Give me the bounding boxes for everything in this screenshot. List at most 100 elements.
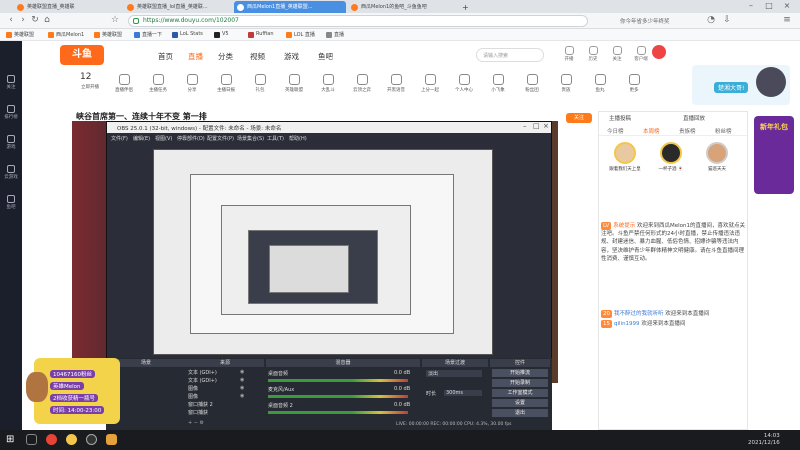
source-item[interactable]: 文本 (GDI+) xyxy=(188,369,217,376)
source-item[interactable]: 图像 xyxy=(188,393,198,400)
header-follow[interactable]: 关注 xyxy=(604,46,630,62)
windows-start-icon[interactable]: ⊞ xyxy=(6,434,17,445)
category-item[interactable]: 直播伴侣 xyxy=(106,74,142,93)
star-icon[interactable]: ☆ xyxy=(110,15,120,25)
obs-menu-tools[interactable]: 工具(T) xyxy=(267,135,284,142)
category-item[interactable]: 鱼丸 xyxy=(582,74,618,93)
back-icon[interactable]: ‹ xyxy=(6,15,16,25)
sidenav-game[interactable]: 游戏 xyxy=(0,135,22,150)
exit-button[interactable]: 退出 xyxy=(492,409,548,417)
nav-home[interactable]: 首页 xyxy=(158,51,173,62)
search-hint[interactable]: 你今年省多少年终奖 xyxy=(620,17,670,25)
header-start-live[interactable]: 开播 xyxy=(556,46,582,62)
promo-banner[interactable]: 楚湘大哥! xyxy=(692,65,790,105)
bookmark-item[interactable]: LOL 直播 xyxy=(286,31,315,38)
category-item[interactable]: 主播任务 xyxy=(140,74,176,93)
rank-item[interactable]: 一杯子酒 🍷 xyxy=(651,142,691,172)
transition-duration-input[interactable]: 300ms xyxy=(444,390,482,396)
sidenav-cloud-game[interactable]: 云游戏 xyxy=(0,165,22,180)
rank-item[interactable]: 猫巡天天 xyxy=(697,142,737,172)
system-clock[interactable]: 14:03 2021/12/16 xyxy=(748,433,780,447)
category-item[interactable]: 立即开播 xyxy=(72,84,108,90)
visibility-eye-icon[interactable]: ◉ xyxy=(240,369,244,375)
category-item[interactable]: 英雄联盟 xyxy=(276,74,312,93)
obs-menu-view[interactable]: 视图(V) xyxy=(155,135,172,142)
bookmark-item[interactable]: 直播一下 xyxy=(134,31,162,38)
bookmark-item[interactable]: 英雄联盟 xyxy=(6,31,34,38)
chrome-app-icon[interactable] xyxy=(66,434,77,445)
category-item[interactable]: 开黑语音 xyxy=(378,74,414,93)
obs-window[interactable]: OBS 25.0.1 (32-bit, windows) - 配置文件: 未命名… xyxy=(106,121,552,383)
source-item[interactable]: 窗口捕获 2 xyxy=(188,401,213,408)
g-app-icon[interactable] xyxy=(106,434,117,445)
sidenav-rank[interactable]: 排行榜 xyxy=(0,105,22,120)
rank-item[interactable]: 跟着我们天上皇 xyxy=(605,142,645,172)
refresh-icon[interactable]: ↻ xyxy=(30,15,40,25)
category-item[interactable]: 更多 xyxy=(616,74,652,93)
replay-link[interactable]: 直播回放 xyxy=(683,114,705,122)
source-item[interactable]: 图像 xyxy=(188,385,198,392)
browser-tab-2[interactable]: 英雄联盟直播_lol直播_英雄联... xyxy=(124,1,232,13)
browser-app-icon[interactable] xyxy=(46,434,57,445)
visibility-eye-icon[interactable]: ◉ xyxy=(240,385,244,391)
home-icon[interactable]: ⌂ xyxy=(42,15,52,25)
nav-video[interactable]: 视频 xyxy=(250,51,265,62)
forward-icon[interactable]: › xyxy=(18,15,28,25)
obs-menu-edit[interactable]: 编辑(E) xyxy=(133,135,150,142)
bookmark-item[interactable]: V5 xyxy=(214,31,229,38)
start-streaming-button[interactable]: 开始推流 xyxy=(492,369,548,377)
obs-app-icon[interactable] xyxy=(86,434,97,445)
category-item[interactable]: 分享 xyxy=(174,74,210,93)
task-view-icon[interactable] xyxy=(26,434,37,445)
obs-menu-profile[interactable]: 配置文件(P) xyxy=(207,135,234,142)
bookmark-item[interactable]: 直播 xyxy=(326,31,344,38)
nav-fishbar[interactable]: 鱼吧 xyxy=(318,51,333,62)
browser-tab-4[interactable]: 西瓜Melon1的鱼吧_斗鱼鱼吧 xyxy=(348,1,456,13)
transition-select[interactable]: 淡出 xyxy=(426,370,482,377)
category-item[interactable]: 个人中心 xyxy=(446,74,482,93)
bookmark-item[interactable]: 西瓜Melon1 xyxy=(48,31,84,38)
site-search-input[interactable]: 请输入搜索 xyxy=(476,48,544,62)
obs-menu-docks[interactable]: 停靠部件(D) xyxy=(177,135,205,142)
tab-noble[interactable]: 贵族榜 xyxy=(679,127,696,135)
menu-icon[interactable]: ≡ xyxy=(782,15,792,25)
user-avatar[interactable] xyxy=(652,45,666,59)
nav-live[interactable]: 直播 xyxy=(188,51,203,62)
visibility-eye-icon[interactable]: ◉ xyxy=(240,393,244,399)
source-item[interactable]: 窗口捕获 xyxy=(188,409,208,416)
category-item[interactable]: 上分一起 xyxy=(412,74,448,93)
obs-maximize-icon[interactable]: □ xyxy=(533,122,540,130)
close-icon[interactable]: × xyxy=(780,1,794,10)
header-history[interactable]: 历史 xyxy=(580,46,606,62)
nav-game[interactable]: 游戏 xyxy=(284,51,299,62)
category-item[interactable]: 主播日报 xyxy=(208,74,244,93)
contribute-link[interactable]: 主播投稿 xyxy=(609,114,631,122)
obs-menu-scene-collection[interactable]: 场景集合(S) xyxy=(237,135,264,142)
tab-weekly[interactable]: 本周榜 xyxy=(643,127,660,135)
browser-tab-3-active[interactable]: 西瓜Melon1直播_英雄联盟... xyxy=(234,1,346,13)
new-tab-button[interactable]: + xyxy=(458,1,472,13)
category-item[interactable]: 礼包 xyxy=(242,74,278,93)
header-client[interactable]: 客户端 xyxy=(628,46,654,62)
category-item[interactable]: 小飞象 xyxy=(480,74,516,93)
extension-icon[interactable]: ◔ xyxy=(706,15,716,25)
obs-menu-help[interactable]: 帮助(H) xyxy=(289,135,307,142)
minimize-icon[interactable]: – xyxy=(744,1,758,10)
bookmark-item[interactable]: 英雄联盟 xyxy=(94,31,122,38)
category-item[interactable]: 云顶之弈 xyxy=(344,74,380,93)
url-field[interactable]: https://www.douyu.com/102007 xyxy=(128,15,588,27)
obs-preview-canvas[interactable] xyxy=(153,149,493,355)
obs-close-icon[interactable]: × xyxy=(543,122,549,130)
obs-minimize-icon[interactable]: – xyxy=(523,122,527,130)
category-item[interactable]: 大乱斗 xyxy=(310,74,346,93)
bookmark-item[interactable]: Ruffian xyxy=(248,31,274,38)
sidenav-fishbar[interactable]: 鱼吧 xyxy=(0,195,22,210)
studio-mode-button[interactable]: 工作室模式 xyxy=(492,389,548,397)
start-recording-button[interactable]: 开始录制 xyxy=(492,379,548,387)
bookmark-item[interactable]: LoL Stats xyxy=(172,31,203,38)
tab-fans[interactable]: 粉丝榜 xyxy=(715,127,732,135)
source-item[interactable]: 文本 (GDI+) xyxy=(188,377,217,384)
category-item[interactable]: 贵族 xyxy=(548,74,584,93)
follow-button[interactable]: 关注 xyxy=(566,113,592,123)
visibility-eye-icon[interactable]: ◉ xyxy=(240,377,244,383)
